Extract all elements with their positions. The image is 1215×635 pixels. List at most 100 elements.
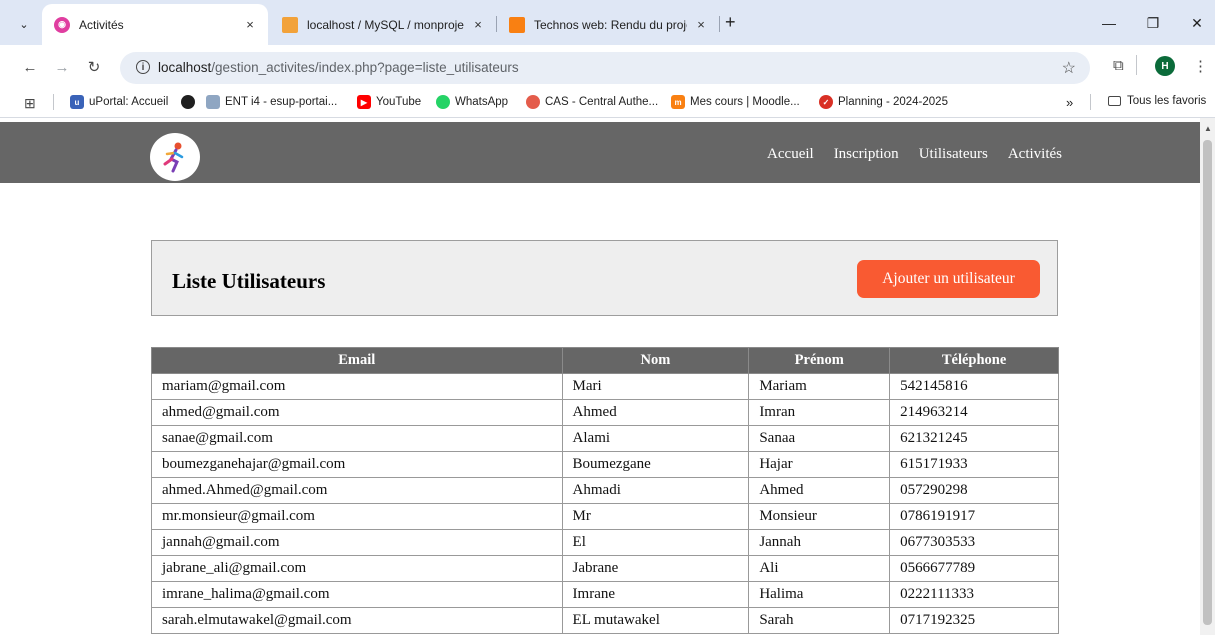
bookmark-label: WhatsApp — [455, 96, 509, 108]
youtube-icon: ▶ — [357, 95, 371, 109]
github-icon — [181, 95, 195, 109]
new-tab-button[interactable]: + — [725, 12, 736, 33]
bookmark-planning[interactable]: ✓ Planning - 2024-2025 — [819, 95, 948, 109]
table-row: mariam@gmail.com Mari Mariam 542145816 — [151, 373, 1059, 400]
cell-prenom: Sarah — [748, 607, 891, 634]
forward-arrow-icon[interactable]: → — [52, 57, 72, 77]
tab-close-icon[interactable]: × — [693, 17, 709, 32]
bookmark-label: uPortal: Accueil — [89, 96, 169, 108]
cell-nom: EL mutawakel — [561, 607, 750, 634]
page-scrollbar[interactable]: ▲ — [1200, 118, 1215, 635]
cell-prenom: Monsieur — [748, 503, 891, 530]
cell-nom: Ahmed — [561, 399, 750, 426]
all-bookmarks-label: Tous les favoris — [1127, 95, 1207, 107]
scroll-up-arrow-icon[interactable]: ▲ — [1204, 124, 1212, 133]
nav-inscription[interactable]: Inscription — [834, 146, 899, 163]
cell-email: sarah.elmutawakel@gmail.com — [151, 607, 563, 634]
tab-activites[interactable]: ◉ Activités × — [42, 4, 268, 45]
apps-grid-icon[interactable]: ⊞ — [24, 95, 36, 112]
users-table: Email Nom Prénom Téléphone mariam@gmail.… — [151, 347, 1059, 634]
site-info-icon[interactable]: i — [136, 60, 150, 74]
minimize-button[interactable]: — — [1096, 10, 1122, 36]
moodle-icon: m — [671, 95, 685, 109]
bookmarks-separator — [53, 94, 54, 110]
cell-telephone: 542145816 — [889, 373, 1059, 400]
tab-close-icon[interactable]: × — [242, 17, 258, 32]
close-window-button[interactable]: ✕ — [1184, 10, 1210, 36]
folder-icon — [1108, 96, 1121, 106]
cell-email: jabrane_ali@gmail.com — [151, 555, 563, 582]
users-panel-header: Liste Utilisateurs Ajouter un utilisateu… — [151, 240, 1058, 316]
tab-technos-web[interactable]: Technos web: Rendu du projet × — [497, 4, 719, 45]
site-icon: ◉ — [54, 16, 70, 33]
bookmark-uportal[interactable]: u uPortal: Accueil — [70, 95, 168, 109]
cell-prenom: Ahmed — [748, 477, 891, 504]
table-row: imrane_halima@gmail.com Imrane Halima 02221… — [151, 581, 1059, 608]
address-bar[interactable]: i localhost/gestion_activites/index.php?… — [120, 52, 1090, 84]
nav-activites[interactable]: Activités — [1008, 146, 1062, 163]
page-title: Liste Utilisateurs — [172, 269, 326, 293]
cell-prenom: Jannah — [748, 529, 891, 556]
bookmark-cas[interactable]: CAS - Central Authe... — [526, 95, 658, 109]
bookmark-ent[interactable]: ENT i4 - esup-portai... — [206, 95, 337, 109]
runner-logo-svg — [163, 142, 184, 173]
cell-telephone: 621321245 — [889, 425, 1059, 452]
table-row: jabrane_ali@gmail.com Jabrane Ali 056667778… — [151, 555, 1059, 582]
column-header-nom: Nom — [561, 347, 750, 374]
cell-telephone: 615171933 — [889, 451, 1059, 478]
cell-nom: Imrane — [561, 581, 750, 608]
runner-logo-icon[interactable] — [150, 133, 200, 181]
bookmark-label: ENT i4 - esup-portai... — [225, 96, 338, 108]
cell-telephone: 057290298 — [889, 477, 1059, 504]
cell-telephone: 0677303533 — [889, 529, 1059, 556]
cell-telephone: 214963214 — [889, 399, 1059, 426]
table-header-row: Email Nom Prénom Téléphone — [151, 347, 1059, 374]
all-bookmarks-folder[interactable]: Tous les favoris — [1108, 95, 1206, 107]
nav-utilisateurs[interactable]: Utilisateurs — [919, 146, 988, 163]
cell-email: jannah@gmail.com — [151, 529, 563, 556]
tab-strip: ⌄ ◉ Activités × localhost / MySQL / monp… — [0, 0, 1215, 45]
restore-button[interactable]: ❐ — [1140, 10, 1166, 36]
bookmarks-bar: ⊞ u uPortal: Accueil ENT i4 - esup-portai… — [0, 89, 1215, 118]
bookmark-label: YouTube — [376, 96, 422, 108]
back-arrow-icon[interactable]: ← — [20, 57, 40, 77]
cell-nom: Boumezgane — [561, 451, 750, 478]
column-header-email: Email — [151, 347, 563, 374]
bookmark-moodle[interactable]: m Mes cours | Moodle... — [671, 95, 800, 109]
tab-phpmyadmin[interactable]: localhost / MySQL / monprojet × — [270, 4, 496, 45]
bookmark-label: Planning - 2024-2025 — [838, 96, 948, 108]
column-header-telephone: Téléphone — [889, 347, 1059, 374]
table-row: jannah@gmail.com El Jannah 0677303533 — [151, 529, 1059, 556]
more-menu-icon[interactable]: ⋮ — [1193, 57, 1208, 75]
toolbar-separator — [1136, 55, 1137, 75]
url-path: /gestion_activites/index.php?page=liste_… — [211, 60, 519, 75]
extensions-icon[interactable]: ⧉ — [1113, 57, 1124, 74]
table-row: ahmed.Ahmed@gmail.com Ahmadi Ahmed 05729029… — [151, 477, 1059, 504]
table-row: mr.monsieur@gmail.com Mr Monsieur 078619191… — [151, 503, 1059, 530]
cell-nom: Ahmadi — [561, 477, 750, 504]
cell-prenom: Imran — [748, 399, 891, 426]
cell-email: ahmed.Ahmed@gmail.com — [151, 477, 563, 504]
nav-accueil[interactable]: Accueil — [767, 146, 814, 163]
browser-toolbar: ← → ↻ i localhost/gestion_activites/inde… — [0, 45, 1215, 89]
bookmark-youtube[interactable]: ▶ YouTube — [357, 95, 421, 109]
tab-title: Activités — [79, 17, 124, 32]
bookmark-whatsapp[interactable]: WhatsApp — [436, 95, 508, 109]
url-host: localhost — [158, 60, 212, 75]
address-url[interactable]: localhost/gestion_activites/index.php?pa… — [158, 60, 519, 75]
page-viewport: Accueil Inscription Utilisateurs Activit… — [0, 118, 1200, 635]
cell-telephone: 0222111333 — [889, 581, 1059, 608]
bookmarks-overflow-button[interactable]: » — [1066, 95, 1073, 110]
bookmark-star-icon[interactable]: ☆ — [1062, 58, 1076, 78]
tab-search-chevron-icon[interactable]: ⌄ — [14, 14, 34, 34]
profile-avatar[interactable]: H — [1155, 56, 1175, 76]
tab-close-icon[interactable]: × — [470, 17, 486, 32]
add-user-button[interactable]: Ajouter un utilisateur — [857, 260, 1040, 298]
cell-telephone: 0786191917 — [889, 503, 1059, 530]
scrollbar-thumb[interactable] — [1203, 140, 1212, 625]
cell-email: mr.monsieur@gmail.com — [151, 503, 563, 530]
reload-icon[interactable]: ↻ — [84, 57, 104, 77]
planning-icon: ✓ — [819, 95, 833, 109]
bookmark-github[interactable] — [181, 95, 200, 109]
cell-nom: El — [561, 529, 750, 556]
